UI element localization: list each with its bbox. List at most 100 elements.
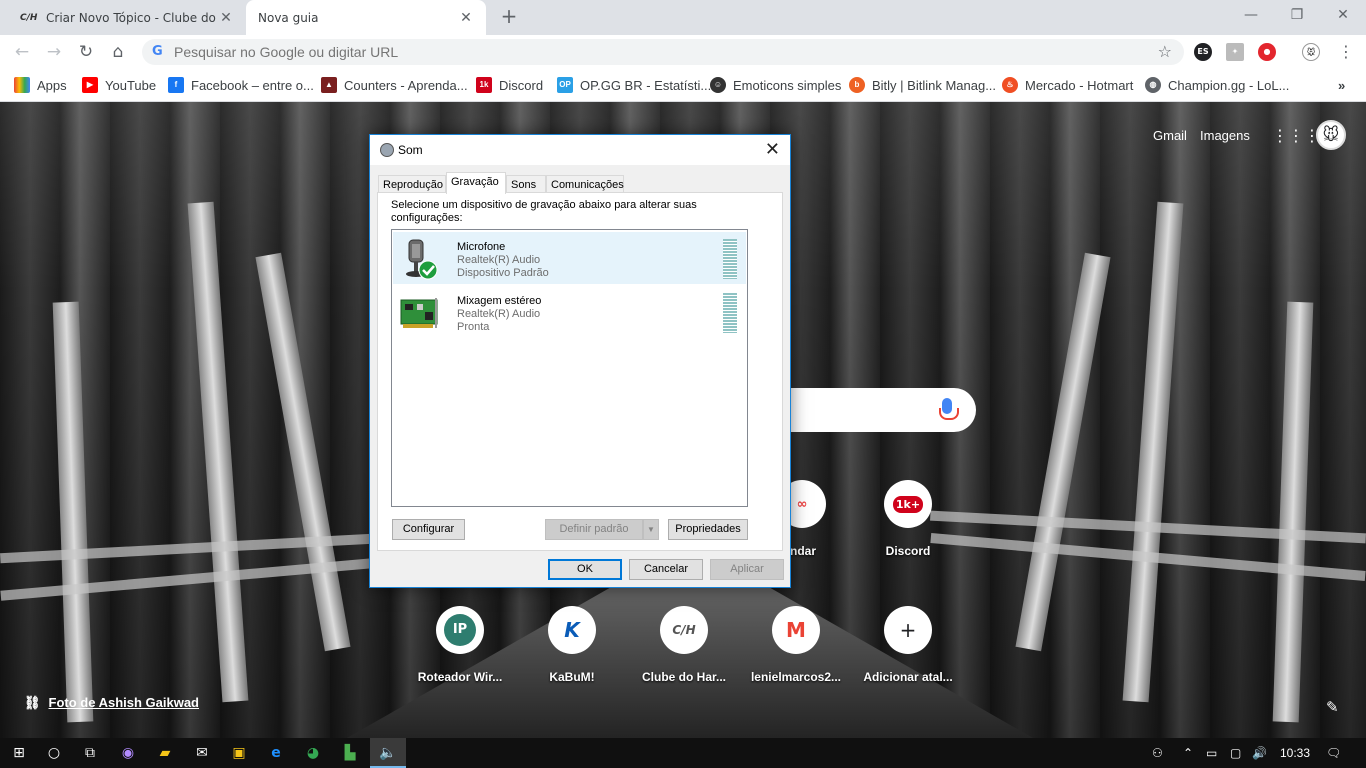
file-explorer-icon[interactable]: ▰ bbox=[154, 742, 176, 764]
app-icon-chart[interactable]: ▙ bbox=[339, 742, 361, 764]
bookmark-emoticons[interactable]: ☺ Emoticons simples bbox=[710, 77, 841, 93]
windows-taskbar: ⊞ ○ ⧉ ◉ ▰ ✉ ▣ e ◕ ▙ 🔈 ⚇ ⌃ ▭ ▢ 🔊 10:33 🗨 bbox=[0, 738, 1366, 768]
tab-gravacao[interactable]: Gravação bbox=[446, 172, 506, 194]
extension-pdf-icon[interactable]: ✦ bbox=[1226, 43, 1244, 61]
bookmark-apps[interactable]: Apps bbox=[14, 77, 67, 93]
recording-device-list[interactable]: Microfone Realtek(R) Audio Dispositivo P… bbox=[391, 229, 748, 507]
shortcut-tile-gmail[interactable]: M lenielmarcos2... bbox=[740, 606, 852, 684]
ok-button[interactable]: OK bbox=[548, 559, 622, 580]
bookmark-counters[interactable]: ▲ Counters - Aprenda... bbox=[321, 77, 468, 93]
microphone-icon[interactable] bbox=[939, 398, 959, 420]
new-tab-plus-icon[interactable]: + bbox=[498, 6, 520, 28]
people-icon[interactable]: ⚇ bbox=[1152, 746, 1163, 760]
close-tab-icon[interactable]: ✕ bbox=[218, 10, 234, 26]
tab-comunicacoes[interactable]: Comunicações bbox=[546, 175, 624, 193]
ntp-search-box[interactable] bbox=[790, 388, 976, 432]
minimize-window-icon[interactable]: — bbox=[1228, 0, 1274, 30]
bridge-beam bbox=[52, 301, 94, 723]
images-link[interactable]: Imagens bbox=[1200, 128, 1250, 143]
shortcut-tile-add[interactable]: + Adicionar atal... bbox=[852, 606, 964, 684]
shortcut-label: Clube do Har... bbox=[641, 670, 726, 684]
gmail-link[interactable]: Gmail bbox=[1153, 128, 1187, 143]
chrome-icon[interactable]: ◕ bbox=[302, 742, 324, 764]
back-arrow-icon[interactable]: ← bbox=[10, 40, 34, 64]
tab-reproducao[interactable]: Reprodução bbox=[378, 175, 446, 193]
notifications-icon[interactable]: 🗨 bbox=[1326, 746, 1341, 760]
battery-icon[interactable]: ▭ bbox=[1206, 746, 1217, 760]
tab-nova-guia[interactable]: Nova guia ✕ bbox=[246, 0, 486, 35]
level-meter bbox=[723, 239, 737, 279]
cancel-button[interactable]: Cancelar bbox=[629, 559, 703, 580]
bookmark-discord[interactable]: 1k Discord bbox=[476, 77, 543, 93]
omnibox-input[interactable] bbox=[174, 42, 1134, 62]
volume-icon[interactable]: 🔊 bbox=[1252, 746, 1267, 760]
taskbar-clock[interactable]: 10:33 bbox=[1280, 746, 1310, 760]
configure-button[interactable]: Configurar bbox=[392, 519, 465, 540]
bookmark-bitly[interactable]: b Bitly | Bitlink Manag... bbox=[849, 77, 996, 93]
extension-es-icon[interactable]: ES bbox=[1194, 43, 1212, 61]
dialog-title: Som bbox=[398, 143, 423, 157]
task-view-icon[interactable]: ⧉ bbox=[79, 742, 101, 764]
forward-arrow-icon[interactable]: → bbox=[42, 40, 66, 64]
google-account-avatar-icon[interactable]: 🐭 bbox=[1316, 120, 1346, 150]
bookmark-facebook[interactable]: f Facebook – entre o... bbox=[168, 77, 314, 93]
tab-sons[interactable]: Sons bbox=[506, 175, 546, 193]
bridge-beam bbox=[1015, 252, 1111, 652]
profile-avatar-icon[interactable]: 🐭 bbox=[1302, 43, 1320, 61]
shortcut-label: lenielmarcos2... bbox=[750, 670, 842, 684]
shortcut-tile-roteador[interactable]: IP Roteador Wir... bbox=[404, 606, 516, 684]
windows-start-icon[interactable]: ⊞ bbox=[8, 742, 30, 764]
sound-control-panel-taskbar-icon[interactable]: 🔈 bbox=[370, 738, 406, 768]
app-icon-purple[interactable]: ◉ bbox=[117, 742, 139, 764]
close-window-icon[interactable]: ✕ bbox=[1320, 0, 1366, 30]
set-default-button[interactable]: Definir padrão bbox=[545, 519, 643, 540]
tab-title: Criar Novo Tópico - Clube do Har bbox=[46, 10, 218, 25]
shortcut-tile-clube-do-hardware[interactable]: C/H Clube do Har... bbox=[628, 606, 740, 684]
bookmark-youtube[interactable]: ▶ YouTube bbox=[82, 77, 156, 93]
bookmark-label: YouTube bbox=[105, 77, 157, 93]
omnibox[interactable]: G ☆ bbox=[142, 39, 1184, 65]
close-dialog-icon[interactable]: ✕ bbox=[765, 139, 780, 160]
shortcut-label: KaBuM! bbox=[549, 670, 595, 684]
speaker-icon bbox=[380, 143, 394, 157]
panel-description: Selecione um dispositivo de gravação aba… bbox=[391, 199, 697, 224]
show-hidden-icons-chevron-icon[interactable]: ⌃ bbox=[1183, 746, 1193, 760]
tab-clube-do-hardware[interactable]: C/H Criar Novo Tópico - Clube do Har ✕ bbox=[8, 0, 246, 35]
shortcut-tile-kabum[interactable]: K KaBuM! bbox=[516, 606, 628, 684]
chrome-menu-icon[interactable]: ⋮ bbox=[1334, 40, 1358, 64]
home-icon[interactable]: ⌂ bbox=[106, 40, 130, 64]
shortcut-label: Adicionar atal... bbox=[863, 670, 953, 684]
set-default-dropdown-chevron-icon[interactable]: ▼ bbox=[643, 519, 659, 540]
shortcut-tile-discord[interactable]: 1k+ Discord bbox=[852, 480, 964, 558]
gmail-icon: M bbox=[772, 606, 820, 654]
store-icon[interactable]: ▣ bbox=[228, 742, 250, 764]
bookmark-opgg[interactable]: OP OP.GG BR - Estatísti... bbox=[557, 77, 711, 93]
close-tab-icon[interactable]: ✕ bbox=[458, 10, 474, 26]
customize-pencil-icon[interactable]: ✎ bbox=[1326, 698, 1339, 716]
restore-window-icon[interactable]: ❐ bbox=[1274, 0, 1320, 30]
cortana-search-icon[interactable]: ○ bbox=[43, 742, 65, 764]
apply-button[interactable]: Aplicar bbox=[710, 559, 784, 580]
bookmark-star-icon[interactable]: ☆ bbox=[1158, 42, 1172, 61]
network-icon[interactable]: ▢ bbox=[1230, 746, 1241, 760]
device-name: Microfone bbox=[457, 241, 506, 253]
screen: C/H Criar Novo Tópico - Clube do Har ✕ N… bbox=[0, 0, 1366, 768]
device-driver: Realtek(R) Audio bbox=[457, 254, 541, 266]
extension-adblock-icon[interactable]: ● bbox=[1258, 43, 1276, 61]
device-mixagem-estereo[interactable]: Mixagem estéreo Realtek(R) Audio Pronta bbox=[393, 286, 746, 338]
mail-icon[interactable]: ✉ bbox=[191, 742, 213, 764]
bookmark-hotmart[interactable]: ♨ Mercado - Hotmart bbox=[1002, 77, 1133, 93]
bookmark-championgg[interactable]: ◍ Champion.gg - LoL... bbox=[1145, 77, 1289, 93]
google-apps-grid-icon[interactable]: ⋮⋮⋮ bbox=[1272, 125, 1320, 147]
edge-icon[interactable]: e bbox=[265, 742, 287, 764]
dialog-title-bar[interactable]: Som ✕ bbox=[370, 135, 790, 165]
tab-strip: C/H Criar Novo Tópico - Clube do Har ✕ N… bbox=[0, 0, 1366, 35]
bookmarks-overflow-chevron-icon[interactable]: » bbox=[1338, 77, 1345, 93]
bookmarks-bar: Apps ▶ YouTube f Facebook – entre o... ▲ Co… bbox=[0, 69, 1366, 102]
reload-icon[interactable]: ↻ bbox=[74, 40, 98, 64]
photo-credit[interactable]: ⛓ Foto de Ashish Gaikwad bbox=[24, 695, 199, 711]
youtube-icon: ▶ bbox=[82, 77, 98, 93]
device-microfone[interactable]: Microfone Realtek(R) Audio Dispositivo P… bbox=[393, 232, 746, 284]
photo-credit-link[interactable]: Foto de Ashish Gaikwad bbox=[49, 695, 199, 710]
properties-button[interactable]: Propriedades bbox=[668, 519, 748, 540]
